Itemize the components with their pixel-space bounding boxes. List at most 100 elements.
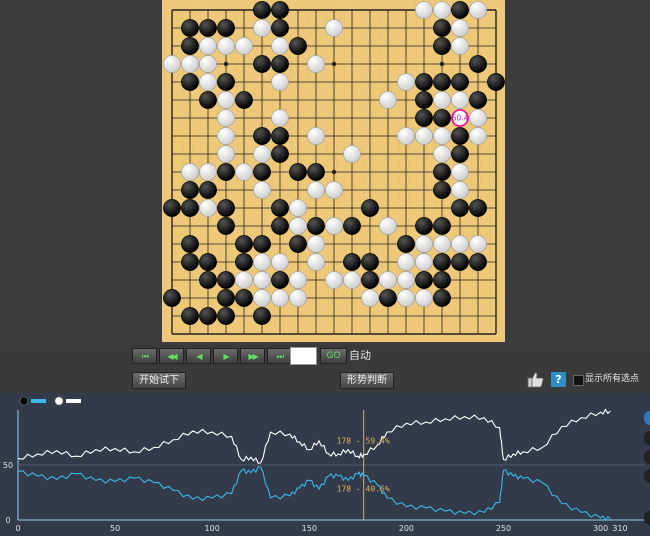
move-number-input[interactable] — [290, 347, 317, 365]
white-stone — [433, 127, 451, 145]
nav-fwd1-button[interactable]: ▶ — [213, 348, 238, 364]
black-stone — [343, 253, 361, 271]
nav-last-button[interactable]: ⏭ — [267, 348, 292, 364]
move-navigation: ⏮ ◀◀ ◀ ▶ ▶▶ ⏭ — [132, 348, 294, 366]
black-stone — [433, 181, 451, 199]
black-stone — [217, 199, 235, 217]
black-stone — [451, 145, 469, 163]
x-tick-label: 50 — [110, 524, 120, 533]
black-stone — [253, 163, 271, 181]
white-stone — [253, 271, 271, 289]
black-stone — [469, 91, 487, 109]
nav-first-button[interactable]: ⏮ — [132, 348, 157, 364]
white-stone — [415, 253, 433, 271]
white-stone — [253, 19, 271, 37]
black-stone — [235, 253, 253, 271]
y-tick-label: 50 — [3, 461, 13, 470]
nav-back10-button[interactable]: ◀◀ — [159, 348, 184, 364]
white-stone — [163, 55, 181, 73]
black-stone — [181, 73, 199, 91]
chart-side-button-3[interactable] — [644, 450, 650, 464]
thumbs-up-icon[interactable] — [527, 371, 544, 388]
black-stone — [361, 199, 379, 217]
black-stone — [253, 55, 271, 73]
black-stone — [307, 163, 325, 181]
black-stone — [181, 307, 199, 325]
black-stone — [163, 199, 181, 217]
black-stone — [199, 91, 217, 109]
white-stone — [289, 289, 307, 307]
winrate-annotation: 178 - 40.6% — [337, 484, 390, 493]
black-stone — [271, 199, 289, 217]
white-stone — [271, 109, 289, 127]
white-stone — [181, 163, 199, 181]
white-stone — [343, 145, 361, 163]
go-button[interactable]: GO — [320, 348, 347, 364]
black-stone — [433, 37, 451, 55]
nav-back1-button[interactable]: ◀ — [186, 348, 211, 364]
white-stone — [451, 163, 469, 181]
white-stone — [307, 235, 325, 253]
show-all-label: 显示所有选点 — [585, 374, 640, 384]
chart-side-button-2[interactable] — [644, 431, 650, 445]
chart-side-button-5[interactable] — [644, 511, 650, 525]
black-stone — [469, 55, 487, 73]
black-stone — [433, 271, 451, 289]
white-stone — [379, 271, 397, 289]
white-stone — [235, 163, 253, 181]
winrate-chart[interactable]: 0 50 100 150 200 250 300 310 0 50 178 - 59.4% 178 -… — [0, 393, 650, 536]
start-try-button[interactable]: 开始试下 — [132, 372, 186, 389]
go-board[interactable]: 60.4 — [162, 0, 505, 342]
winrate-annotation: 178 - 59.4% — [337, 437, 390, 446]
white-stone — [397, 73, 415, 91]
white-stone — [253, 145, 271, 163]
black-stone — [271, 217, 289, 235]
white-stone — [379, 217, 397, 235]
x-tick-label: 300 — [593, 524, 608, 533]
help-button[interactable]: ? — [551, 372, 566, 387]
white-stone — [217, 91, 235, 109]
winrate-chart-canvas[interactable]: 0 50 100 150 200 250 300 310 0 50 178 - 59.4% 178 -… — [0, 393, 650, 536]
suggestion-winrate-label: 60.4 — [452, 114, 469, 123]
white-stone — [271, 73, 289, 91]
black-stone — [415, 91, 433, 109]
black-stone — [217, 271, 235, 289]
white-stone — [253, 253, 271, 271]
black-stone — [433, 19, 451, 37]
black-stone — [451, 1, 469, 19]
chart-side-button-1[interactable] — [644, 411, 650, 425]
legend-white — [54, 396, 81, 406]
black-stone — [289, 37, 307, 55]
white-stone — [415, 289, 433, 307]
white-stone — [217, 109, 235, 127]
black-stone — [217, 163, 235, 181]
auto-play-button[interactable]: 自动 — [349, 348, 371, 364]
black-stone — [271, 127, 289, 145]
position-judge-button[interactable]: 形势判断 — [340, 372, 394, 389]
black-stone — [181, 253, 199, 271]
black-stone — [307, 217, 325, 235]
white-stone — [451, 181, 469, 199]
black-stone — [181, 181, 199, 199]
black-stone — [199, 19, 217, 37]
white-stone — [307, 55, 325, 73]
chart-side-button-4[interactable] — [644, 469, 650, 483]
white-stone — [397, 253, 415, 271]
go-board-canvas[interactable]: 60.4 — [162, 0, 505, 342]
black-stone — [487, 73, 505, 91]
black-stone — [253, 127, 271, 145]
white-stone — [289, 271, 307, 289]
show-all-checkbox[interactable] — [573, 375, 584, 386]
black-stone — [217, 307, 235, 325]
white-stone — [325, 19, 343, 37]
white-stone — [451, 19, 469, 37]
star-point — [331, 169, 337, 175]
white-stone — [397, 127, 415, 145]
x-tick-label: 150 — [302, 524, 317, 533]
white-stone — [325, 217, 343, 235]
black-stone — [379, 289, 397, 307]
white-stone — [271, 289, 289, 307]
black-stone — [415, 109, 433, 127]
nav-fwd10-button[interactable]: ▶▶ — [240, 348, 265, 364]
white-stone — [433, 1, 451, 19]
